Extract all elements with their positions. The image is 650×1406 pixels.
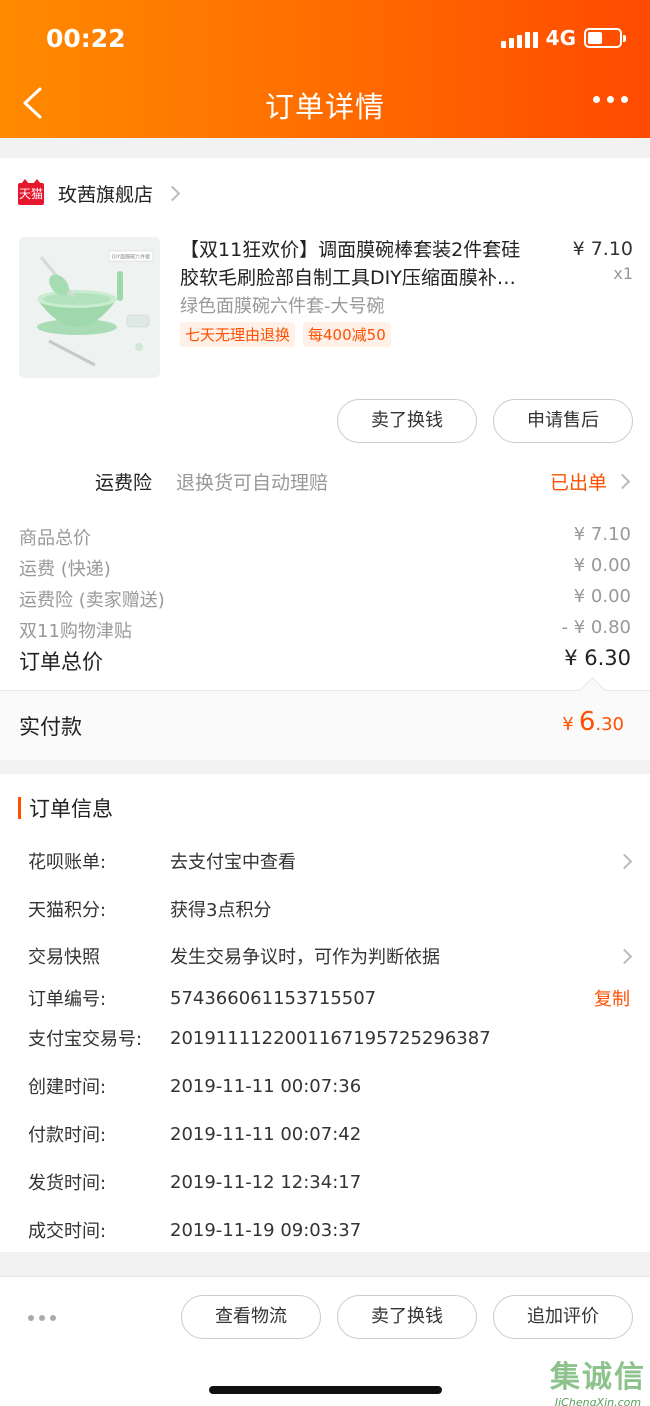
fee-row: 运费 (快递) ¥ 0.00 (19, 555, 631, 581)
paid-label: 实付款 (19, 715, 82, 739)
paid-currency: ¥ (562, 714, 574, 735)
info-key: 发货时间: (28, 1173, 107, 1194)
info-value: 574366061153715507 (170, 987, 377, 1009)
status-time: 00:22 (46, 24, 126, 53)
info-row-huabei[interactable]: 花呗账单: 去支付宝中查看 (28, 848, 633, 874)
paid-value: ¥ 6.30 (562, 707, 624, 737)
total-value: ¥ 6.30 (564, 646, 631, 670)
fee-label: 双11购物津贴 (19, 621, 132, 642)
after-sale-button[interactable]: 申请售后 (493, 399, 633, 443)
info-key: 支付宝交易号: (28, 1029, 143, 1050)
signal-icon (500, 28, 538, 48)
product-image[interactable]: DIY面膜碗六件套 (19, 237, 160, 378)
fee-label: 运费险 (卖家赠送) (19, 590, 165, 611)
fee-row: 运费险 (卖家赠送) ¥ 0.00 (19, 586, 631, 612)
insurance-status[interactable]: 已出单 (549, 468, 631, 495)
insurance-desc: 退换货可自动理赔 (176, 472, 329, 494)
tag-discount: 每400减50 (303, 322, 391, 347)
chevron-right-icon (614, 473, 631, 490)
product-title-line-2: 胶软毛刷脸部自制工具DIY压缩面膜补… (180, 267, 516, 289)
insurance-label: 运费险 (95, 472, 153, 494)
info-value: 去支付宝中查看 (170, 852, 296, 873)
tag-return: 七天无理由退换 (180, 322, 296, 347)
watermark: 集诚信 JiChengXin.com (550, 1352, 646, 1406)
product-title-line-1: 【双11狂欢价】调面膜碗棒套装2件套硅 (180, 239, 521, 261)
image-label: DIY面膜碗六件套 (112, 254, 150, 261)
info-key: 天猫积分: (28, 900, 107, 921)
info-value: 获得3点积分 (170, 900, 272, 921)
logistics-button[interactable]: 查看物流 (181, 1295, 321, 1339)
watermark-main: 集诚信 (550, 1360, 646, 1395)
info-row-alipay-number: 支付宝交易号: 2019111122001167195725296387 (28, 1025, 630, 1051)
more-icon[interactable] (593, 96, 628, 103)
review-button[interactable]: 追加评价 (493, 1295, 633, 1339)
chevron-right-icon (616, 853, 633, 869)
network-type: 4G (545, 26, 576, 50)
info-key: 交易快照 (28, 947, 100, 968)
info-row-created: 创建时间: 2019-11-11 00:07:36 (28, 1073, 630, 1099)
paid-amount-section: 实付款 ¥ 6.30 (0, 690, 650, 760)
info-row-completed: 成交时间: 2019-11-19 09:03:37 (28, 1217, 630, 1243)
info-key: 付款时间: (28, 1125, 107, 1146)
insurance-status-text: 已出单 (549, 472, 607, 494)
order-info-title: 订单信息 (29, 797, 113, 821)
status-indicators: 4G (500, 26, 626, 50)
info-value: 发生交易争议时，可作为判断依据 (170, 947, 440, 968)
info-row-order-number: 订单编号: 574366061153715507 复制 (28, 985, 630, 1011)
info-row-snapshot[interactable]: 交易快照 发生交易争议时，可作为判断依据 (28, 943, 633, 969)
fee-value: - ¥ 0.80 (561, 617, 631, 638)
product-price: ¥ 7.10 (572, 238, 633, 260)
info-row-paid: 付款时间: 2019-11-11 00:07:42 (28, 1121, 630, 1147)
paid-dec: .30 (595, 714, 624, 735)
battery-icon (584, 28, 626, 48)
info-value: 2019-11-11 00:07:42 (170, 1123, 362, 1145)
fee-row: 商品总价 ¥ 7.10 (19, 524, 631, 550)
order-info-heading: 订单信息 (18, 793, 113, 823)
info-key: 花呗账单: (28, 852, 107, 873)
header: 00:22 4G 订单详情 (0, 0, 650, 138)
product-illustration: DIY面膜碗六件套 (19, 237, 160, 378)
product-title[interactable]: 【双11狂欢价】调面膜碗棒套装2件套硅 胶软毛刷脸部自制工具DIY压缩面膜补… (180, 236, 560, 292)
info-row-shipped: 发货时间: 2019-11-12 12:34:17 (28, 1169, 630, 1195)
info-value: 2019-11-12 12:34:17 (170, 1171, 362, 1193)
chevron-right-icon (164, 184, 181, 203)
product-sku: 绿色面膜碗六件套-大号碗 (180, 296, 385, 317)
info-value: 2019111122001167195725296387 (170, 1027, 491, 1049)
info-key: 成交时间: (28, 1221, 107, 1242)
info-value: 2019-11-19 09:03:37 (170, 1219, 362, 1241)
fee-value: ¥ 0.00 (573, 586, 631, 607)
paid-int: 6 (578, 707, 596, 737)
total-label: 订单总价 (19, 650, 103, 674)
sell-button[interactable]: 卖了换钱 (337, 399, 477, 443)
info-key: 创建时间: (28, 1077, 107, 1098)
fee-row: 双11购物津贴 - ¥ 0.80 (19, 617, 631, 643)
product-qty: x1 (613, 264, 633, 283)
info-key: 订单编号: (28, 989, 107, 1010)
info-row-points: 天猫积分: 获得3点积分 (28, 896, 630, 922)
heading-bar (18, 797, 21, 819)
fee-label: 商品总价 (19, 528, 91, 549)
fee-value: ¥ 7.10 (573, 524, 631, 545)
fee-label: 运费 (快递) (19, 559, 111, 580)
fee-value: ¥ 0.00 (573, 555, 631, 576)
home-indicator[interactable] (209, 1386, 442, 1394)
product-tags: 七天无理由退换 每400减50 (180, 322, 391, 347)
order-total: 订单总价 ¥ 6.30 (19, 646, 631, 676)
bottom-sell-button[interactable]: 卖了换钱 (337, 1295, 477, 1339)
more-actions-icon[interactable] (28, 1315, 56, 1321)
info-value: 2019-11-11 00:07:36 (170, 1075, 362, 1097)
chevron-right-icon (616, 948, 633, 964)
page-title: 订单详情 (264, 90, 385, 124)
shop-name: 玫茜旗舰店 (58, 184, 154, 206)
tmall-icon: 天猫 (18, 178, 44, 205)
shop-link[interactable]: 天猫 玫茜旗舰店 (18, 178, 181, 207)
copy-button[interactable]: 复制 (594, 985, 630, 1011)
watermark-sub: JiChengXin.com (554, 1396, 642, 1406)
